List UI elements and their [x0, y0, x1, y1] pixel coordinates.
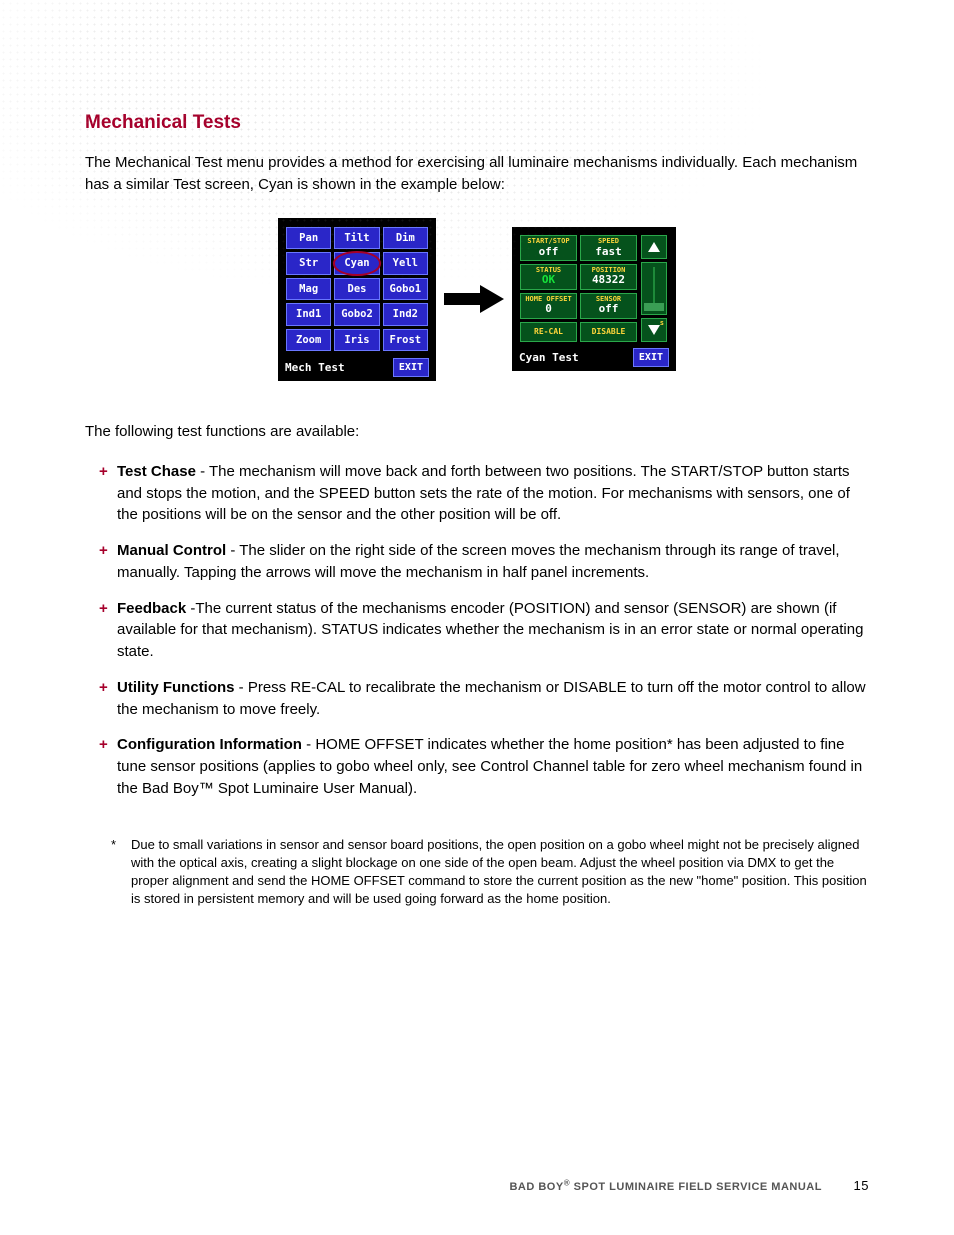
func-item-feedback: Feedback -The current status of the mech… — [85, 598, 869, 663]
func-name: Feedback — [117, 600, 186, 617]
mech-btn-pan[interactable]: Pan — [286, 227, 331, 250]
start-stop-value: off — [521, 246, 576, 258]
func-text: - The mechanism will move back and forth… — [117, 463, 850, 524]
mech-btn-yell[interactable]: Yell — [383, 252, 428, 275]
mech-btn-frost[interactable]: Frost — [383, 329, 428, 352]
func-name: Configuration Information — [117, 736, 302, 753]
sensor-readout: SENSORoff — [580, 293, 637, 319]
func-text: -The current status of the mechanisms en… — [117, 600, 863, 661]
recal-label: RE-CAL — [521, 328, 576, 336]
cyan-test-grid: START/STOPoff SPEEDfast STATUSOK POSITIO… — [517, 232, 640, 345]
mech-btn-iris[interactable]: Iris — [334, 329, 379, 352]
mech-test-menu-screen: Pan Tilt Dim Str Cyan Yell Mag Des Gobo1… — [278, 218, 436, 382]
mech-test-title: Mech Test — [285, 361, 345, 374]
slider-handle[interactable] — [644, 303, 664, 311]
disable-button[interactable]: DISABLE — [580, 322, 637, 342]
mech-btn-str[interactable]: Str — [286, 252, 331, 275]
func-item-utility-functions: Utility Functions - Press RE-CAL to reca… — [85, 677, 869, 721]
available-functions-lead: The following test functions are availab… — [85, 421, 869, 443]
intro-paragraph: The Mechanical Test menu provides a meth… — [85, 152, 869, 196]
mech-btn-ind1[interactable]: Ind1 — [286, 303, 331, 326]
func-name: Manual Control — [117, 542, 226, 559]
footer-rest: SPOT LUMINAIRE FIELD SERVICE MANUAL — [574, 1181, 822, 1193]
func-item-test-chase: Test Chase - The mechanism will move bac… — [85, 461, 869, 526]
mech-btn-tilt[interactable]: Tilt — [334, 227, 379, 250]
page-number: 15 — [854, 1178, 869, 1193]
functions-list: Test Chase - The mechanism will move bac… — [85, 461, 869, 800]
start-stop-button[interactable]: START/STOPoff — [520, 235, 577, 261]
mech-btn-gobo1[interactable]: Gobo1 — [383, 278, 428, 301]
footnote-text: Due to small variations in sensor and se… — [131, 837, 867, 907]
slider-mark: s — [660, 319, 664, 327]
mech-test-grid: Pan Tilt Dim Str Cyan Yell Mag Des Gobo1… — [283, 224, 431, 355]
page-footer: BAD BOY® SPOT LUMINAIRE FIELD SERVICE MA… — [509, 1178, 869, 1193]
section-heading: Mechanical Tests — [85, 0, 869, 134]
mech-btn-ind2[interactable]: Ind2 — [383, 303, 428, 326]
func-item-manual-control: Manual Control - The slider on the right… — [85, 540, 869, 584]
func-item-configuration-information: Configuration Information - HOME OFFSET … — [85, 734, 869, 799]
mech-btn-cyan[interactable]: Cyan — [334, 252, 379, 275]
footnote-marker: * — [111, 836, 116, 854]
slider-up-button[interactable] — [641, 235, 667, 259]
home-offset-value: 0 — [521, 303, 576, 315]
mech-btn-des[interactable]: Des — [334, 278, 379, 301]
mech-btn-dim[interactable]: Dim — [383, 227, 428, 250]
slider-track[interactable]: s — [641, 262, 667, 315]
home-offset-readout: HOME OFFSET0 — [520, 293, 577, 319]
func-name: Test Chase — [117, 463, 196, 480]
manual-slider-column: s — [640, 232, 671, 345]
registered-icon: ® — [564, 1178, 570, 1187]
sensor-value: off — [581, 303, 636, 315]
mech-btn-cyan-label: Cyan — [344, 257, 369, 269]
position-readout: POSITION48322 — [580, 264, 637, 290]
footer-brand: BAD BOY — [509, 1181, 563, 1193]
footnote: * Due to small variations in sensor and … — [85, 836, 869, 909]
func-name: Utility Functions — [117, 679, 235, 696]
mech-btn-zoom[interactable]: Zoom — [286, 329, 331, 352]
func-text: - The slider on the right side of the sc… — [117, 542, 840, 581]
status-value: OK — [521, 274, 576, 286]
position-value: 48322 — [581, 274, 636, 286]
cyan-test-title: Cyan Test — [519, 351, 579, 364]
recal-button[interactable]: RE-CAL — [520, 322, 577, 342]
mech-btn-gobo2[interactable]: Gobo2 — [334, 303, 379, 326]
speed-value: fast — [581, 246, 636, 258]
status-readout: STATUSOK — [520, 264, 577, 290]
mech-test-figure: Pan Tilt Dim Str Cyan Yell Mag Des Gobo1… — [192, 218, 762, 382]
disable-label: DISABLE — [581, 328, 636, 336]
speed-button[interactable]: SPEEDfast — [580, 235, 637, 261]
mech-btn-mag[interactable]: Mag — [286, 278, 331, 301]
arrow-right-icon — [444, 285, 504, 313]
mech-test-exit-button[interactable]: EXIT — [393, 358, 429, 377]
cyan-test-screen: START/STOPoff SPEEDfast STATUSOK POSITIO… — [512, 227, 676, 371]
cyan-test-exit-button[interactable]: EXIT — [633, 348, 669, 367]
